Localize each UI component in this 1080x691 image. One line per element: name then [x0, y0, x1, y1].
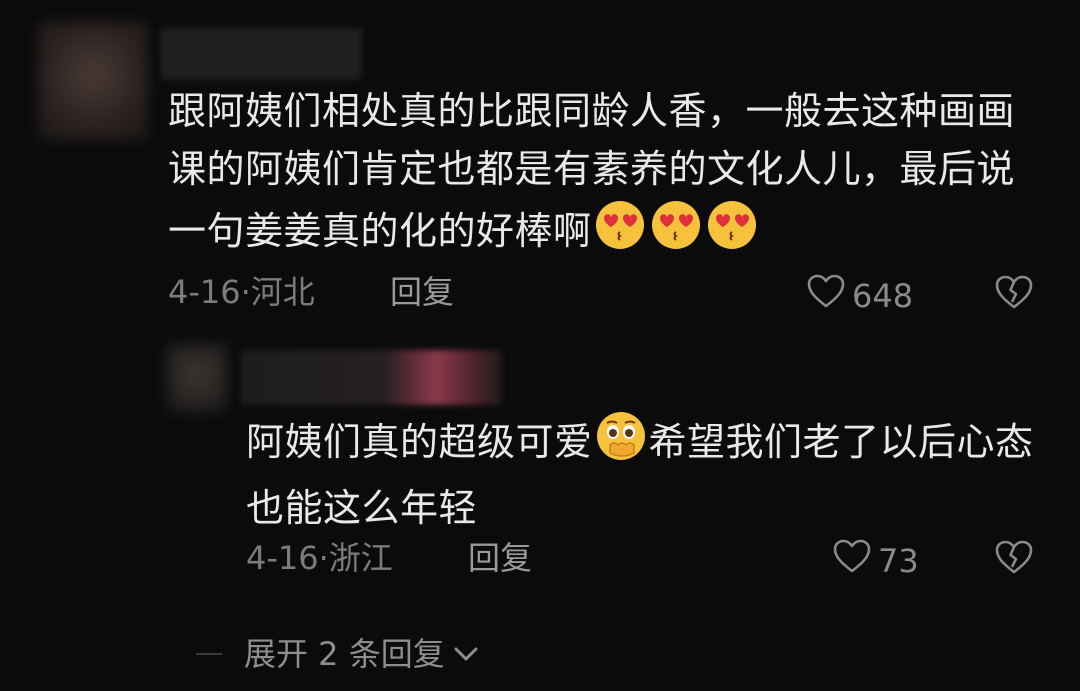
reply-meta: 4-16·浙江 — [246, 538, 393, 578]
heart-eyes-emoji-icon — [649, 198, 703, 268]
expand-replies-button[interactable]: 展开 2 条回复 — [196, 634, 481, 674]
reply-button[interactable]: 回复 — [390, 272, 454, 312]
like-count: 648 — [852, 276, 914, 315]
divider-line — [196, 653, 222, 655]
comment-thread: 跟阿姨们相处真的比跟同龄人香，一般去这种画画课的阿姨们肯定也都是有素养的文化人儿… — [0, 0, 1080, 691]
meta-separator: · — [318, 539, 329, 577]
reply-username-redacted[interactable] — [240, 350, 502, 405]
dislike-button[interactable] — [994, 274, 1034, 314]
comment-meta: 4-16·河北 — [168, 272, 315, 312]
reply-location: 浙江 — [328, 539, 393, 577]
reply-like-button[interactable]: 73 — [832, 538, 919, 583]
comment-date: 4-16 — [168, 273, 241, 311]
reply-to-reply-button[interactable]: 回复 — [468, 538, 532, 578]
heart-eyes-emoji-icon — [593, 198, 647, 268]
broken-heart-icon — [994, 540, 1034, 579]
heart-icon — [832, 538, 872, 583]
broken-heart-icon — [994, 275, 1034, 314]
expand-replies-label: 展开 2 条回复 — [244, 635, 445, 673]
pleading-face-emoji-icon — [594, 409, 648, 479]
avatar[interactable] — [38, 22, 148, 140]
reply-dislike-button[interactable] — [994, 539, 1034, 579]
reply-text: 阿姨们真的超级可爱 希望我们老了以后心态也能这么年轻 — [246, 409, 1046, 537]
reply-date: 4-16 — [246, 539, 319, 577]
comment-body: 跟阿姨们相处真的比跟同龄人香，一般去这种画画课的阿姨们肯定也都是有素养的文化人儿… — [168, 89, 1016, 253]
meta-separator: · — [240, 273, 251, 311]
like-button[interactable]: 648 — [806, 273, 913, 318]
heart-icon — [806, 273, 846, 318]
chevron-down-icon — [451, 634, 481, 674]
username-redacted[interactable] — [160, 28, 362, 80]
reply-like-count: 73 — [878, 541, 919, 580]
reply-body-part1: 阿姨们真的超级可爱 — [246, 420, 593, 464]
comment-location: 河北 — [250, 273, 315, 311]
reply-avatar[interactable] — [166, 343, 228, 413]
heart-eyes-emoji-icon — [705, 198, 759, 268]
comment-text: 跟阿姨们相处真的比跟同龄人香，一般去这种画画课的阿姨们肯定也都是有素养的文化人儿… — [168, 82, 1028, 268]
